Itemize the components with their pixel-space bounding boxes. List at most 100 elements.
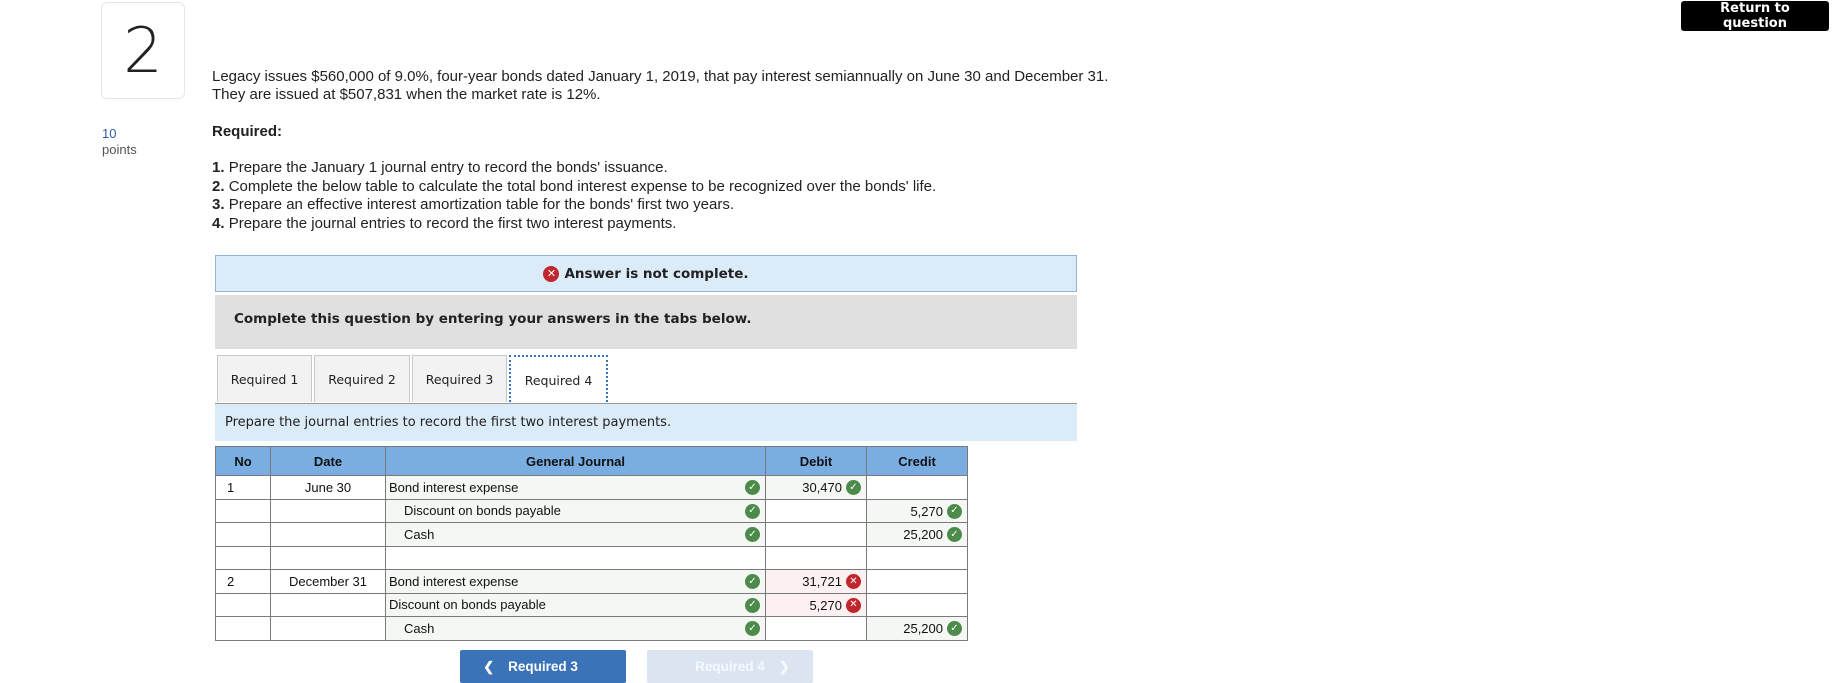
general-journal-table: No Date General Journal Debit Credit 1 Ju…: [215, 446, 968, 641]
date-cell[interactable]: [270, 498, 386, 523]
requirement-item: 2. Complete the below table to calculate…: [212, 178, 936, 197]
account-cell[interactable]: Bond interest expense ✓: [385, 475, 766, 500]
credit-cell[interactable]: 25,200 ✓: [866, 616, 968, 641]
tab-required-4[interactable]: Required 4: [509, 355, 608, 406]
requirement-number: 2.: [212, 177, 225, 195]
requirement-item: 1. Prepare the January 1 journal entry t…: [212, 159, 936, 178]
problem-intro-line-2: They are issued at $507,831 when the mar…: [212, 86, 601, 103]
tab-required-2[interactable]: Required 2: [314, 355, 410, 402]
credit-amount: 25,200: [903, 621, 943, 637]
credit-cell[interactable]: [866, 592, 968, 617]
check-circle-icon: ✓: [846, 480, 861, 496]
account-name: Cash: [404, 526, 435, 542]
table-header-row: No Date General Journal Debit Credit: [215, 446, 968, 476]
check-circle-icon: ✓: [745, 621, 760, 636]
account-cell[interactable]: Cash ✓: [385, 522, 766, 547]
check-circle-icon: ✓: [947, 527, 962, 543]
column-header-date: Date: [270, 446, 386, 476]
credit-cell[interactable]: [866, 569, 968, 594]
requirement-tabs: Required 1 Required 2 Required 3 Require…: [217, 355, 610, 406]
credit-cell[interactable]: [866, 475, 968, 500]
account-name: Discount on bonds payable: [389, 597, 546, 613]
account-name: Bond interest expense: [389, 479, 519, 495]
problem-statement: Legacy issues $560,000 of 9.0%, four-yea…: [212, 68, 1108, 104]
points-indicator: 10 points: [102, 126, 137, 158]
requirement-text: Prepare an effective interest amortizati…: [228, 196, 735, 213]
entry-number-cell: [215, 545, 271, 570]
debit-cell[interactable]: 30,470 ✓: [765, 475, 867, 500]
tab-required-3[interactable]: Required 3: [412, 355, 507, 402]
debit-cell[interactable]: 5,270 ✕: [765, 592, 867, 617]
debit-amount: 31,721: [802, 574, 842, 590]
chevron-right-icon: ❯: [778, 658, 790, 674]
question-number-box: 2: [101, 2, 185, 99]
entry-number-cell: 2: [215, 569, 271, 594]
account-name: Bond interest expense: [389, 573, 519, 589]
question-number: 2: [123, 14, 163, 87]
return-to-question-button[interactable]: Return to question: [1681, 1, 1829, 31]
next-tab-label: Required 4: [695, 659, 765, 674]
check-circle-icon: ✓: [745, 503, 760, 519]
points-label: points: [102, 142, 137, 157]
account-cell[interactable]: Cash ✓: [385, 616, 766, 641]
account-name: Discount on bonds payable: [404, 503, 561, 519]
previous-tab-button[interactable]: ❮ Required 3 ❮: [460, 650, 626, 683]
tab-instruction-bar: Prepare the journal entries to record th…: [215, 404, 1077, 441]
debit-cell[interactable]: [765, 498, 867, 523]
credit-cell[interactable]: [866, 545, 968, 570]
account-cell[interactable]: Discount on bonds payable ✓: [385, 592, 766, 617]
requirement-item: 4. Prepare the journal entries to record…: [212, 215, 936, 234]
debit-cell[interactable]: [765, 545, 867, 570]
requirements-list: 1. Prepare the January 1 journal entry t…: [212, 159, 936, 233]
check-circle-icon: ✓: [745, 527, 760, 542]
credit-cell[interactable]: 25,200 ✓: [866, 522, 968, 547]
tab-required-1[interactable]: Required 1: [217, 355, 312, 402]
next-tab-button: ❯ Required 4 ❯: [647, 650, 813, 683]
account-cell[interactable]: Bond interest expense ✓: [385, 569, 766, 594]
entry-number-cell: [215, 522, 271, 547]
account-cell[interactable]: Discount on bonds payable ✓: [385, 498, 766, 523]
requirement-number: 4.: [212, 214, 225, 232]
check-circle-icon: ✓: [947, 621, 962, 637]
requirement-text: Prepare the January 1 journal entry to r…: [228, 159, 668, 176]
date-cell[interactable]: [270, 592, 386, 617]
tab-instruction-text: Prepare the journal entries to record th…: [225, 415, 672, 430]
date-cell[interactable]: December 31: [270, 569, 386, 594]
date-cell[interactable]: [270, 616, 386, 641]
problem-intro-line-1: Legacy issues $560,000 of 9.0%, four-yea…: [212, 68, 1109, 85]
table-row: 1 June 30 Bond interest expense ✓ 30,470 ✓: [215, 475, 968, 500]
date-cell[interactable]: [270, 545, 386, 570]
table-row: Discount on bonds payable ✓ 5,270 ✓: [215, 498, 968, 523]
credit-amount: 5,270: [910, 503, 943, 519]
entry-number-cell: [215, 498, 271, 523]
debit-amount: 5,270: [809, 597, 842, 613]
x-circle-icon: ✕: [846, 597, 861, 613]
requirement-text: Prepare the journal entries to record th…: [228, 214, 677, 232]
answer-status-banner: ✕ Answer is not complete.: [215, 255, 1077, 292]
debit-amount: 30,470: [802, 480, 842, 496]
column-header-debit: Debit: [765, 446, 867, 476]
chevron-left-icon: ❮: [483, 658, 495, 674]
check-circle-icon: ✓: [745, 480, 760, 495]
requirement-item: 3. Prepare an effective interest amortiz…: [212, 196, 936, 215]
date-cell[interactable]: [270, 522, 386, 547]
check-circle-icon: ✓: [745, 597, 760, 613]
account-cell[interactable]: [385, 545, 766, 570]
column-header-credit: Credit: [866, 446, 968, 476]
previous-tab-label: Required 3: [508, 659, 578, 674]
answer-status-message: Answer is not complete.: [564, 265, 749, 282]
debit-cell[interactable]: [765, 616, 867, 641]
entry-number-cell: [215, 616, 271, 641]
requirement-text: Complete the below table to calculate th…: [228, 177, 937, 195]
debit-cell[interactable]: 31,721 ✕: [765, 569, 867, 594]
debit-cell[interactable]: [765, 522, 867, 547]
requirement-number: 3.: [212, 196, 225, 213]
credit-amount: 25,200: [903, 527, 943, 543]
credit-cell[interactable]: 5,270 ✓: [866, 498, 968, 523]
check-circle-icon: ✓: [745, 574, 760, 589]
table-row: Discount on bonds payable ✓ 5,270 ✕: [215, 592, 968, 617]
account-name: [386, 550, 389, 565]
instructions-text: Complete this question by entering your …: [234, 311, 752, 327]
date-cell[interactable]: June 30: [270, 475, 386, 500]
required-heading: Required:: [212, 123, 283, 140]
